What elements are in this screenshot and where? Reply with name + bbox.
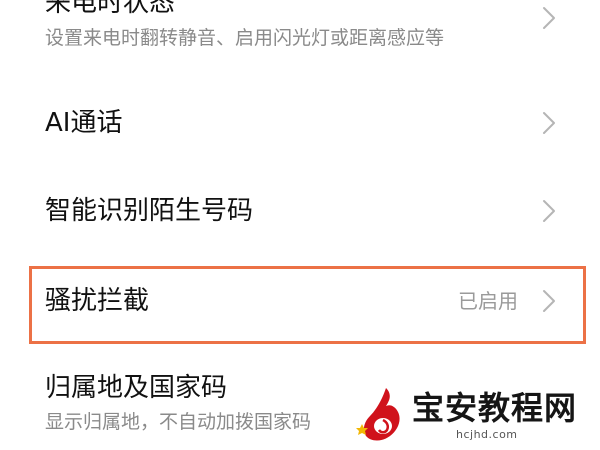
settings-item-identify-unknown-numbers[interactable]: 智能识别陌生号码 (0, 176, 600, 246)
watermark-brand: 宝安教程网 (412, 389, 578, 427)
settings-item-title: 来电时状态 (45, 0, 176, 18)
watermark: 宝安教程网 hcjhd.com (356, 384, 596, 446)
watermark-url: hcjhd.com (456, 428, 518, 441)
settings-screen: 来电时状态 设置来电时翻转静音、启用闪光灯或距离感应等 AI通话 智能识别陌生号… (0, 0, 600, 450)
highlight-frame (29, 266, 586, 344)
settings-item-title: 归属地及国家码 (45, 373, 228, 403)
settings-item-subtitle: 设置来电时翻转静音、启用闪光灯或距离感应等 (45, 27, 445, 49)
settings-item-title: AI通话 (45, 108, 123, 138)
settings-item-subtitle: 显示归属地，不自动加拨国家码 (45, 411, 312, 433)
chevron-right-icon (540, 110, 558, 136)
chevron-right-icon (540, 198, 558, 224)
chevron-right-icon (540, 5, 558, 31)
watermark-logo-icon (356, 384, 410, 444)
settings-item-ai-call[interactable]: AI通话 (0, 88, 600, 158)
settings-item-title: 智能识别陌生号码 (45, 196, 254, 226)
settings-item-call-status[interactable]: 来电时状态 设置来电时翻转静音、启用闪光灯或距离感应等 (0, 0, 600, 60)
